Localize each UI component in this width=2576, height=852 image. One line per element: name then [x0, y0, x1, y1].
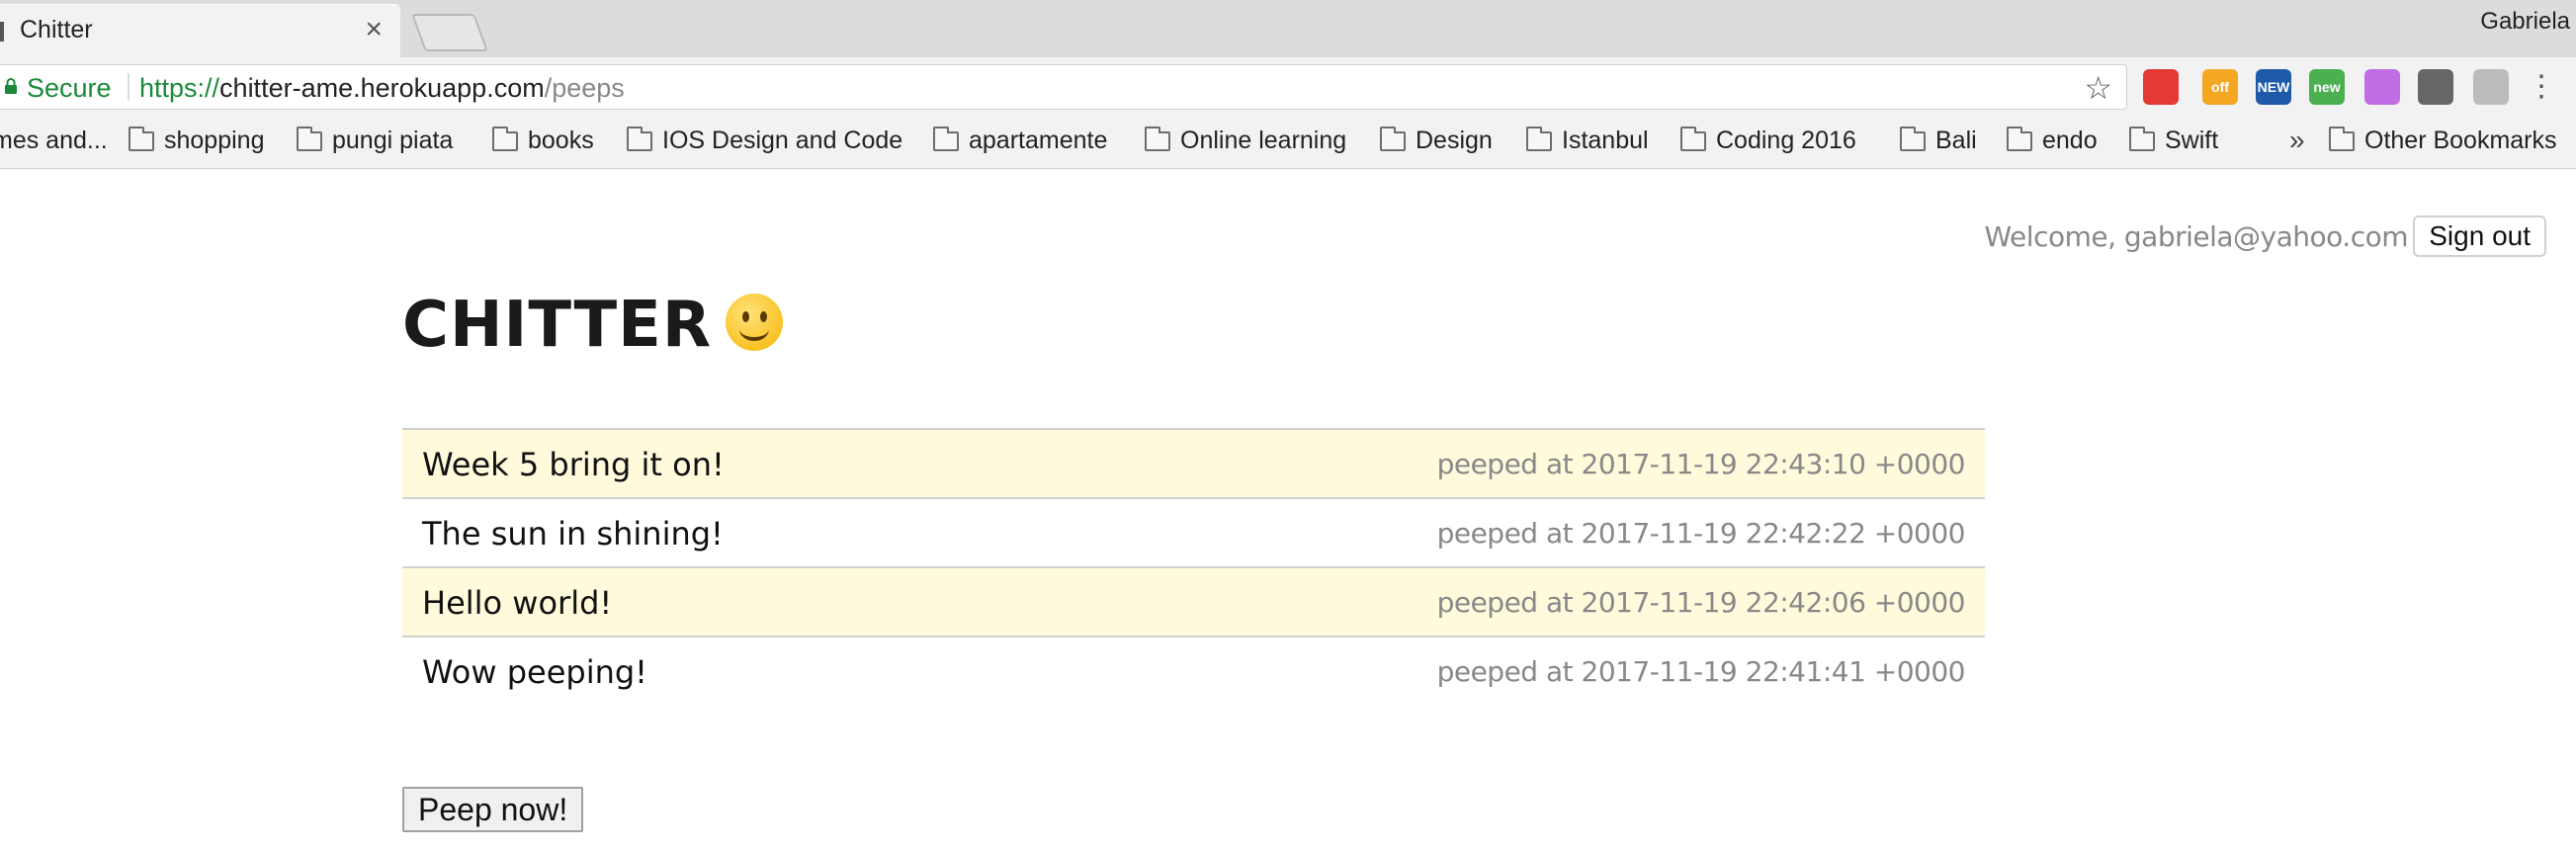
peep-timestamp: peeped at 2017-11-19 22:43:10 +0000	[1436, 448, 1966, 480]
bookmark-item[interactable]: endo	[2007, 127, 2098, 155]
bookmark-item[interactable]: IOS Design and Code	[627, 127, 902, 155]
sign-out-button[interactable]: Sign out	[2413, 215, 2546, 257]
bookmark-item[interactable]: pungi piata	[297, 127, 453, 155]
bookmark-item[interactable]: Bali	[1900, 127, 1977, 155]
peep-row: Hello world! peeped at 2017-11-19 22:42:0…	[402, 568, 1985, 638]
bookmark-label: IOS Design and Code	[662, 127, 903, 154]
folder-icon	[1526, 127, 1552, 151]
peep-timestamp: peeped at 2017-11-19 22:41:41 +0000	[1436, 655, 1966, 688]
bookmark-item[interactable]: Istanbul	[1526, 127, 1649, 155]
folder-icon	[1680, 127, 1706, 151]
peep-text: The sun in shining!	[422, 515, 724, 553]
new-extension-icon[interactable]: NEW	[2256, 69, 2291, 105]
folder-icon	[1900, 127, 1926, 151]
bookmark-item[interactable]: Swift	[2129, 127, 2218, 155]
peep-now-button[interactable]: Peep now!	[402, 787, 584, 832]
peep-text: Hello world!	[422, 584, 613, 622]
peeps-list: Week 5 bring it on! peeped at 2017-11-19 …	[402, 428, 1985, 705]
menu-icon[interactable]: ⋮	[2527, 69, 2556, 104]
bookmark-item[interactable]: apartamente	[933, 127, 1107, 155]
bookmark-other[interactable]: Other Bookmarks	[2329, 127, 2557, 155]
folder-icon	[2129, 127, 2155, 151]
bookmark-item[interactable]: mes and...	[0, 127, 108, 155]
lock-icon	[5, 78, 17, 94]
peep-timestamp: peeped at 2017-11-19 22:42:22 +0000	[1436, 517, 1966, 550]
peep-text: Week 5 bring it on!	[422, 446, 725, 483]
peep-row: Week 5 bring it on! peeped at 2017-11-19 …	[402, 430, 1985, 499]
close-icon[interactable]: ×	[365, 13, 383, 46]
new-tab-button[interactable]	[411, 14, 488, 51]
bookmark-label: Other Bookmarks	[2364, 127, 2557, 154]
peep-row: The sun in shining! peeped at 2017-11-19 …	[402, 499, 1985, 568]
bookmark-label: Online learning	[1180, 127, 1347, 154]
bookmark-item[interactable]: Coding 2016	[1680, 127, 1856, 155]
page-title: CHITTER	[402, 289, 784, 362]
favicon-icon	[0, 22, 4, 42]
url-text[interactable]: https://chitter-ame.herokuapp.com/peeps	[139, 73, 625, 104]
bookmark-item[interactable]: Online learning	[1145, 127, 1346, 155]
off-extension-icon[interactable]: off	[2202, 69, 2238, 105]
folder-icon	[1380, 127, 1406, 151]
tab-strip: Chitter × Gabriela	[0, 0, 2576, 57]
folder-icon	[2329, 127, 2355, 151]
bookmark-label: Bali	[1935, 127, 1977, 154]
bookmark-star-icon[interactable]: ☆	[2084, 69, 2112, 107]
peep-text: Wow peeping!	[422, 653, 647, 691]
folder-icon	[627, 127, 652, 151]
bookmark-label: books	[528, 127, 594, 154]
url-scheme: https://	[139, 73, 220, 103]
bookmark-label: Istanbul	[1562, 127, 1649, 154]
smiley-emoji-icon	[726, 294, 784, 352]
peep-row: Wow peeping! peeped at 2017-11-19 22:41:4…	[402, 638, 1985, 705]
url-path: /peeps	[544, 73, 625, 103]
secure-label: Secure	[27, 73, 112, 103]
bookmark-item[interactable]: shopping	[129, 127, 264, 155]
peep-timestamp: peeped at 2017-11-19 22:42:06 +0000	[1436, 586, 1966, 619]
folder-icon	[297, 127, 322, 151]
keep-extension-icon[interactable]	[2418, 69, 2453, 105]
bookmark-label: Swift	[2165, 127, 2219, 154]
adblock-icon[interactable]	[2143, 69, 2179, 105]
folder-icon	[129, 127, 154, 151]
welcome-text: Welcome, gabriela@yahoo.com	[1984, 220, 2409, 253]
browser-toolbar: Secure https://chitter-ame.herokuapp.com…	[0, 57, 2576, 117]
bookmark-label: apartamente	[969, 127, 1108, 154]
bookmark-label: mes and...	[0, 127, 108, 154]
folder-icon	[933, 127, 959, 151]
url-host: chitter-ame.herokuapp.com	[219, 73, 545, 103]
bookmarks-bar: mes and... shopping pungi piata books IOS De…	[0, 117, 2576, 169]
title-text: CHITTER	[402, 289, 713, 362]
bookmark-label: Coding 2016	[1716, 127, 1856, 154]
address-bar[interactable]: Secure https://chitter-ame.herokuapp.com…	[0, 64, 2127, 110]
pocket-extension-icon[interactable]	[2364, 69, 2400, 105]
address-separator	[128, 73, 129, 101]
folder-icon	[2007, 127, 2032, 151]
bookmark-label: shopping	[164, 127, 265, 154]
bookmark-item[interactable]: books	[492, 127, 594, 155]
sitemap-extension-icon[interactable]	[2473, 69, 2509, 105]
profile-name[interactable]: Gabriela	[2480, 8, 2570, 36]
tab-title: Chitter	[20, 16, 93, 43]
new-extension-2-icon[interactable]: new	[2309, 69, 2345, 105]
tab-chitter[interactable]: Chitter ×	[0, 4, 400, 57]
bookmark-label: Design	[1416, 127, 1493, 154]
folder-icon	[1145, 127, 1170, 151]
bookmark-label: pungi piata	[332, 127, 454, 154]
bookmark-label: endo	[2042, 127, 2098, 154]
bookmarks-overflow-button[interactable]: »	[2289, 125, 2305, 156]
folder-icon	[492, 127, 518, 151]
bookmark-item[interactable]: Design	[1380, 127, 1493, 155]
